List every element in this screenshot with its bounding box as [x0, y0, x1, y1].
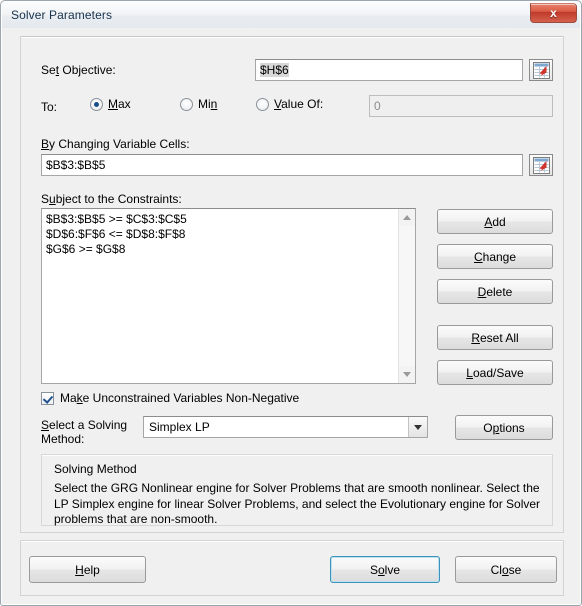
main-panel: Set Objective: $H$6 To: Max Min Value Of…: [20, 36, 564, 533]
solver-parameters-dialog: Solver Parameters x Set Objective: $H$6: [0, 0, 582, 606]
radio-value-of-label: Value Of:: [274, 97, 324, 111]
range-picker-icon: [533, 62, 550, 79]
radio-min-indicator: [180, 97, 193, 111]
non-negative-checkbox[interactable]: Make Unconstrained Variables Non-Negativ…: [41, 391, 299, 405]
constraint-row[interactable]: $B$3:$B$5 >= $C$3:$C$5: [42, 212, 415, 227]
footer-panel: Help Solve Close: [20, 540, 564, 596]
radio-max[interactable]: Max: [90, 97, 131, 111]
range-picker-icon: [533, 157, 550, 174]
solving-method-group-title: Solving Method: [54, 462, 137, 476]
close-window-button[interactable]: x: [530, 3, 577, 23]
dialog-body: Set Objective: $H$6 To: Max Min Value Of…: [2, 28, 580, 604]
options-button[interactable]: Options: [455, 415, 553, 440]
changing-cells-input[interactable]: $B$3:$B$5: [41, 154, 523, 176]
change-constraint-button[interactable]: Change: [437, 244, 553, 269]
close-button[interactable]: Close: [455, 556, 557, 583]
constraints-rows: $B$3:$B$5 >= $C$3:$C$5 $D$6:$F$6 <= $D$8…: [42, 209, 415, 257]
constraints-listbox[interactable]: $B$3:$B$5 >= $C$3:$C$5 $D$6:$F$6 <= $D$8…: [41, 208, 416, 384]
radio-max-label: Max: [108, 97, 131, 111]
load-save-button[interactable]: Load/Save: [437, 360, 553, 385]
title-bar: Solver Parameters x: [2, 2, 580, 28]
window-title: Solver Parameters: [11, 8, 113, 22]
to-label: To:: [41, 100, 58, 114]
constraint-row[interactable]: $G$6 >= $G$8: [42, 242, 415, 257]
non-negative-checkbox-label: Make Unconstrained Variables Non-Negativ…: [60, 391, 300, 405]
add-constraint-button[interactable]: Add: [437, 209, 553, 234]
constraints-scrollbar[interactable]: [398, 209, 415, 383]
solving-method-select[interactable]: Simplex LP: [143, 416, 428, 438]
constraints-label: Subject to the Constraints:: [41, 192, 182, 206]
reset-all-button[interactable]: Reset All: [437, 325, 553, 350]
delete-constraint-button[interactable]: Delete: [437, 279, 553, 304]
value-of-input[interactable]: 0: [369, 95, 553, 117]
help-button[interactable]: Help: [29, 556, 146, 583]
scroll-down-icon[interactable]: [399, 366, 415, 383]
changing-cells-label: By Changing Variable Cells:: [41, 137, 190, 151]
scroll-up-icon[interactable]: [399, 209, 415, 226]
radio-max-indicator: [90, 97, 103, 111]
chevron-down-icon[interactable]: [408, 417, 427, 437]
solving-method-selected-value: Simplex LP: [149, 420, 210, 434]
set-objective-range-picker-icon[interactable]: [529, 59, 553, 81]
radio-value-of-indicator: [256, 97, 269, 111]
radio-min-label: Min: [198, 97, 218, 111]
set-objective-label: Set Objective:: [41, 63, 116, 77]
non-negative-checkbox-indicator: [41, 391, 54, 405]
solving-method-group-description: Select the GRG Nonlinear engine for Solv…: [54, 481, 541, 526]
set-objective-input[interactable]: $H$6: [255, 59, 523, 81]
radio-min[interactable]: Min: [180, 97, 217, 111]
solving-method-label: Select a Solving Method:: [41, 418, 128, 446]
close-icon: x: [550, 6, 557, 20]
constraint-row[interactable]: $D$6:$F$6 <= $D$8:$F$8: [42, 227, 415, 242]
changing-cells-range-picker-icon[interactable]: [529, 154, 553, 176]
solve-button[interactable]: Solve: [330, 556, 440, 583]
radio-value-of[interactable]: Value Of:: [256, 97, 323, 111]
